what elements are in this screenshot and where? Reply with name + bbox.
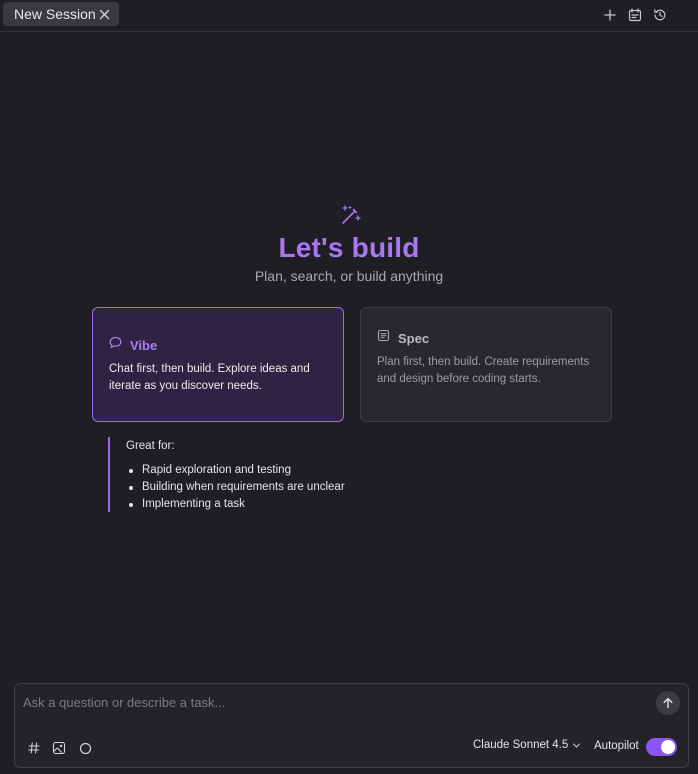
toggle-knob xyxy=(661,740,675,754)
magic-wand-icon xyxy=(340,204,362,226)
chat-composer: Claude Sonnet 4.5 Autopilot xyxy=(14,683,689,768)
autopilot-toggle[interactable] xyxy=(646,738,677,756)
document-icon xyxy=(377,329,390,347)
hash-icon[interactable] xyxy=(26,740,42,756)
great-for-panel: Great for: Rapid exploration and testing… xyxy=(108,437,408,512)
list-item: Rapid exploration and testing xyxy=(126,462,408,479)
tab-bar: New Session xyxy=(0,0,698,32)
model-selector[interactable]: Claude Sonnet 4.5 xyxy=(473,739,581,751)
mode-description: Chat first, then build. Explore ideas an… xyxy=(109,363,310,392)
circle-icon[interactable] xyxy=(77,740,93,756)
tab-new-session[interactable]: New Session xyxy=(3,2,119,26)
history-icon[interactable] xyxy=(652,7,668,23)
image-icon[interactable] xyxy=(51,740,67,756)
close-icon[interactable] xyxy=(97,7,111,21)
great-for-list: Rapid exploration and testing Building w… xyxy=(126,462,408,513)
list-item: Building when requirements are unclear xyxy=(126,479,408,496)
mode-title: Spec xyxy=(398,330,430,346)
calendar-list-icon[interactable] xyxy=(627,7,643,23)
plus-icon[interactable] xyxy=(602,7,618,23)
tab-label: New Session xyxy=(14,6,96,22)
send-button[interactable] xyxy=(656,691,680,715)
list-item: Implementing a task xyxy=(126,496,408,513)
send-arrow-icon xyxy=(662,697,674,709)
mode-card-spec[interactable]: Spec Plan first, then build. Create requ… xyxy=(360,307,612,422)
model-label: Claude Sonnet 4.5 xyxy=(473,739,569,751)
hero-title: Let's build xyxy=(278,232,420,263)
chevron-down-icon xyxy=(572,741,581,750)
great-for-label: Great for: xyxy=(126,440,175,452)
prompt-input[interactable] xyxy=(23,692,643,712)
mode-card-vibe[interactable]: Vibe Chat first, then build. Explore ide… xyxy=(92,307,344,422)
chat-bubble-icon xyxy=(109,336,122,354)
mode-description: Plan first, then build. Create requireme… xyxy=(377,356,590,385)
hero-subtitle: Plan, search, or build anything xyxy=(254,268,444,284)
mode-title: Vibe xyxy=(130,337,158,353)
autopilot-label: Autopilot xyxy=(594,740,639,752)
